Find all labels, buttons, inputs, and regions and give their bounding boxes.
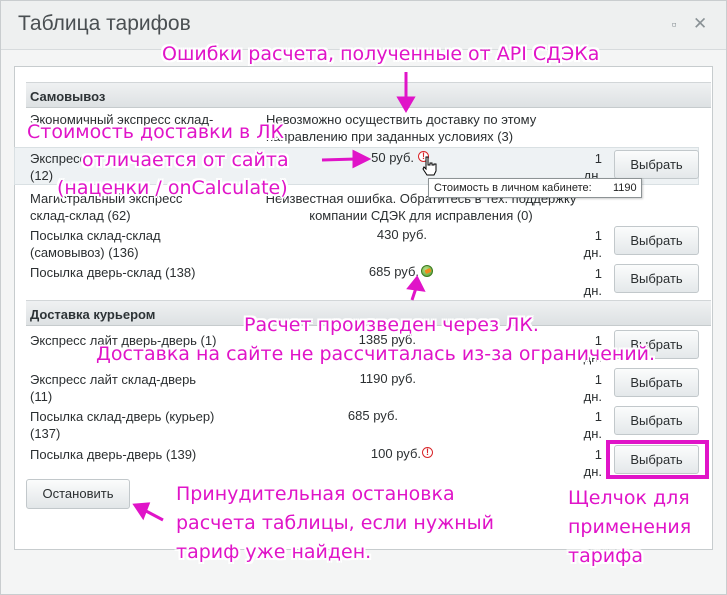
annotation-click-2: применения <box>568 516 692 538</box>
annotation-click-1: Щелчок для <box>568 487 690 509</box>
annotation-stop-1: Принудительная остановка <box>176 483 455 505</box>
annotation-stop-3: тариф уже найден. <box>176 541 372 563</box>
annotation-via-lk-2: Доставка на сайте не рассчиталась из-за … <box>96 343 656 365</box>
annotation-api-errors: Ошибки расчета, полученные от API СДЭКа <box>162 43 600 65</box>
annotation-stop-2: расчета таблицы, если нужный <box>176 512 494 534</box>
annotation-lk-cost-2: отличается от сайта <box>82 149 289 171</box>
annotation-lk-cost-3: (наценки / onCalculate) <box>57 177 288 199</box>
annotation-click-3: тарифа <box>568 545 644 567</box>
annotation-lk-cost-1: Стоимость доставки в ЛК <box>27 121 285 143</box>
annotation-via-lk-1: Расчет произведен через ЛК. <box>244 314 539 336</box>
